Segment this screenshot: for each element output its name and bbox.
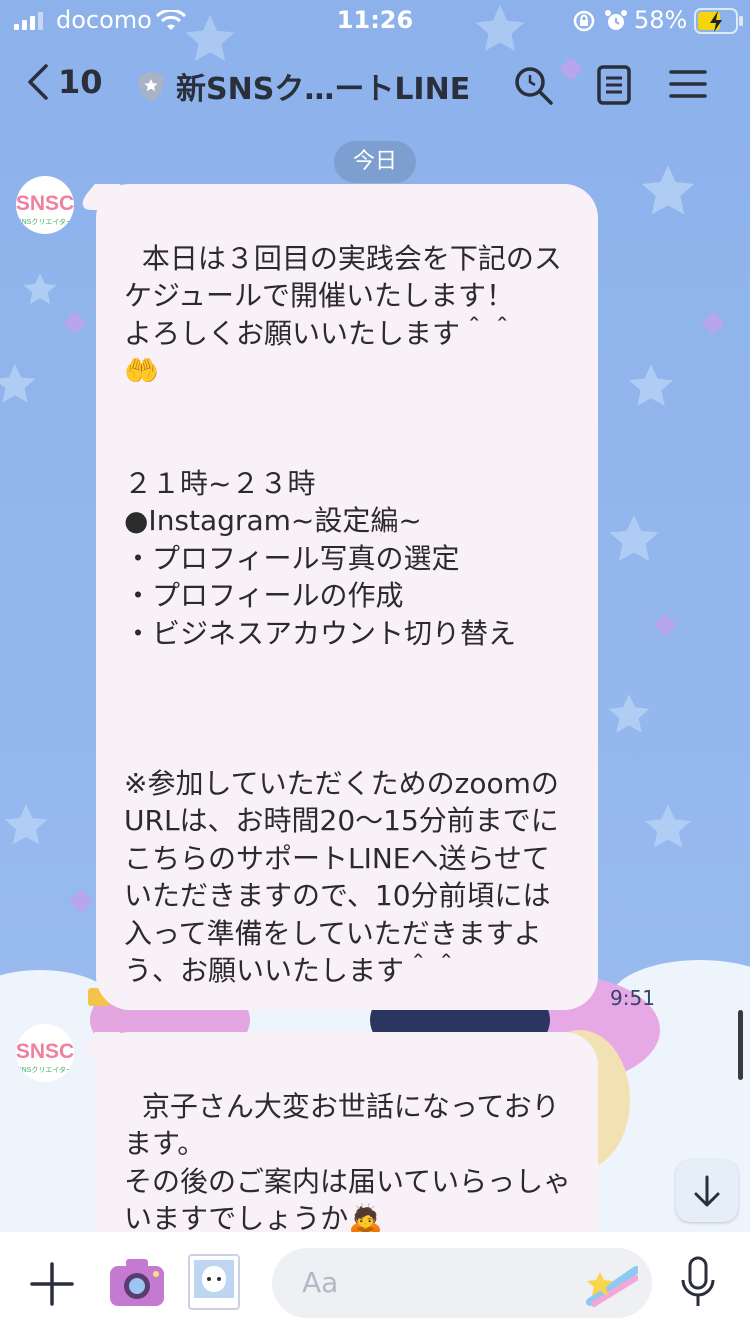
avatar-logo-subtext: SNSクリエイター: [17, 217, 73, 226]
notes-icon[interactable]: [594, 64, 634, 106]
message-input-bar: Aa: [0, 1232, 750, 1334]
shield-icon: [139, 71, 163, 101]
status-bar: docomo 11:26 58%: [0, 0, 750, 40]
message-text: 本日は３回目の実践会を下記のスケジュールで開催いたします！ よろしくお願いいたし…: [124, 241, 562, 988]
star-decoration: [0, 364, 36, 403]
scrollbar[interactable]: [738, 1010, 743, 1080]
message-bubble[interactable]: 本日は３回目の実践会を下記のスケジュールで開催いたします！ よろしくお願いいたし…: [96, 184, 598, 1010]
arrow-down-icon: [694, 1175, 720, 1207]
scroll-to-bottom-button[interactable]: [676, 1160, 738, 1222]
alarm-icon: [605, 10, 627, 30]
star-decoration: [4, 804, 48, 845]
back-button[interactable]: 10: [26, 62, 103, 102]
avatar-logo-text: SNSC: [16, 192, 74, 215]
avatar[interactable]: SNSC SNSクリエイター: [16, 176, 74, 234]
battery-percent: 58%: [634, 6, 688, 34]
star-decoration: [628, 364, 674, 406]
chevron-left-icon: [28, 64, 48, 100]
unread-count: 10: [58, 63, 103, 101]
star-decoration: [641, 165, 695, 215]
chat-title[interactable]: 新SNSク…ートLINE: [136, 64, 470, 108]
plus-icon[interactable]: [30, 1262, 74, 1306]
star-decoration: [645, 804, 691, 848]
sticker-icon[interactable]: [582, 1262, 638, 1308]
star-decoration: [23, 273, 57, 304]
photo-icon[interactable]: [186, 1252, 242, 1312]
clover-decoration: [702, 312, 724, 334]
avatar-logo-text: SNSC: [16, 1040, 74, 1063]
date-separator: 今日: [334, 141, 416, 183]
chat-title-text: 新SNSク…ートLINE: [176, 72, 471, 107]
camera-icon[interactable]: [108, 1256, 166, 1308]
message-time: 9:51: [610, 986, 655, 1010]
star-decoration: [608, 694, 650, 733]
avatar[interactable]: SNSC SNSクリエイター: [16, 1024, 74, 1082]
clover-decoration: [64, 312, 86, 334]
microphone-icon[interactable]: [680, 1256, 716, 1310]
star-decoration: [609, 515, 659, 561]
battery-icon: [694, 8, 743, 34]
rotation-lock-icon: [573, 10, 595, 32]
search-icon[interactable]: [512, 64, 554, 106]
menu-icon[interactable]: [668, 64, 708, 104]
chat-header: 10 新SNSク…ートLINE: [0, 50, 750, 120]
avatar-logo-subtext: SNSクリエイター: [17, 1065, 73, 1074]
clover-decoration: [654, 614, 676, 636]
clover-decoration: [70, 890, 92, 912]
